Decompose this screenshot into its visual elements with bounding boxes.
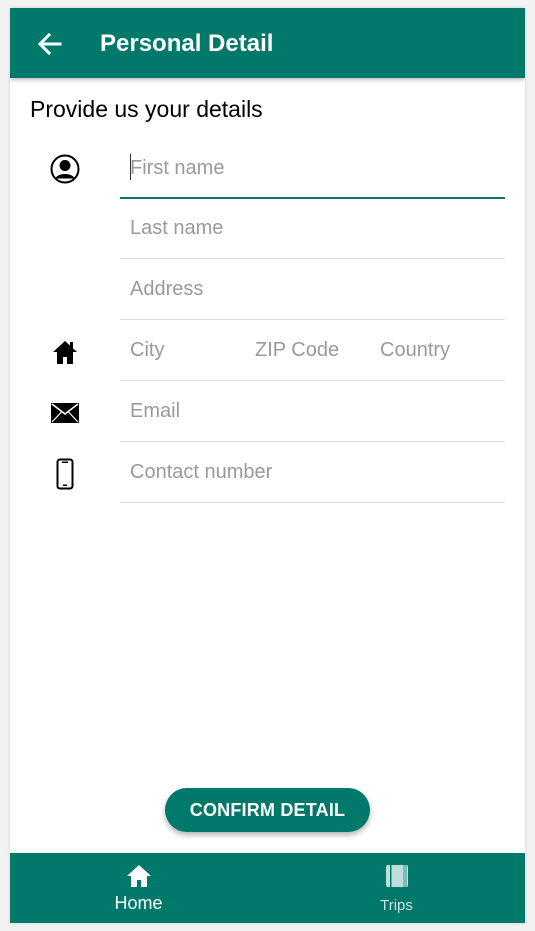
contact-number-input[interactable] (130, 442, 490, 502)
home-icon (126, 863, 152, 889)
first-name-input[interactable] (130, 138, 490, 198)
nav-item-trips[interactable]: Trips (268, 853, 525, 923)
confirm-detail-button[interactable]: CONFIRM DETAIL (165, 788, 370, 832)
country-input[interactable] (380, 320, 490, 380)
location-row (120, 320, 505, 381)
city-input[interactable] (130, 320, 240, 380)
person-icon (48, 152, 82, 186)
contact-number-field[interactable] (120, 442, 505, 503)
email-field[interactable] (120, 381, 505, 442)
form-heading: Provide us your details (30, 96, 263, 122)
back-button[interactable] (34, 29, 64, 59)
app-screen: Personal Detail Provide us your details (10, 8, 525, 923)
mail-icon (48, 396, 82, 430)
page-title: Personal Detail (100, 30, 274, 57)
bottom-navigation: Home Trips (10, 853, 525, 923)
book-icon (384, 863, 410, 889)
last-name-field[interactable] (120, 198, 505, 259)
last-name-input[interactable] (130, 198, 490, 258)
email-input[interactable] (130, 381, 490, 441)
arrow-left-icon (37, 32, 62, 56)
app-bar: Personal Detail (10, 8, 525, 78)
address-field[interactable] (120, 259, 505, 320)
zip-code-input[interactable] (255, 320, 365, 380)
address-input[interactable] (130, 259, 490, 319)
nav-item-home[interactable]: Home (10, 853, 267, 923)
first-name-field[interactable] (120, 138, 505, 199)
text-caret (130, 154, 131, 180)
nav-label-trips: Trips (380, 897, 413, 914)
home-icon (48, 335, 82, 369)
phone-icon (48, 457, 82, 491)
nav-label-home: Home (114, 893, 163, 913)
